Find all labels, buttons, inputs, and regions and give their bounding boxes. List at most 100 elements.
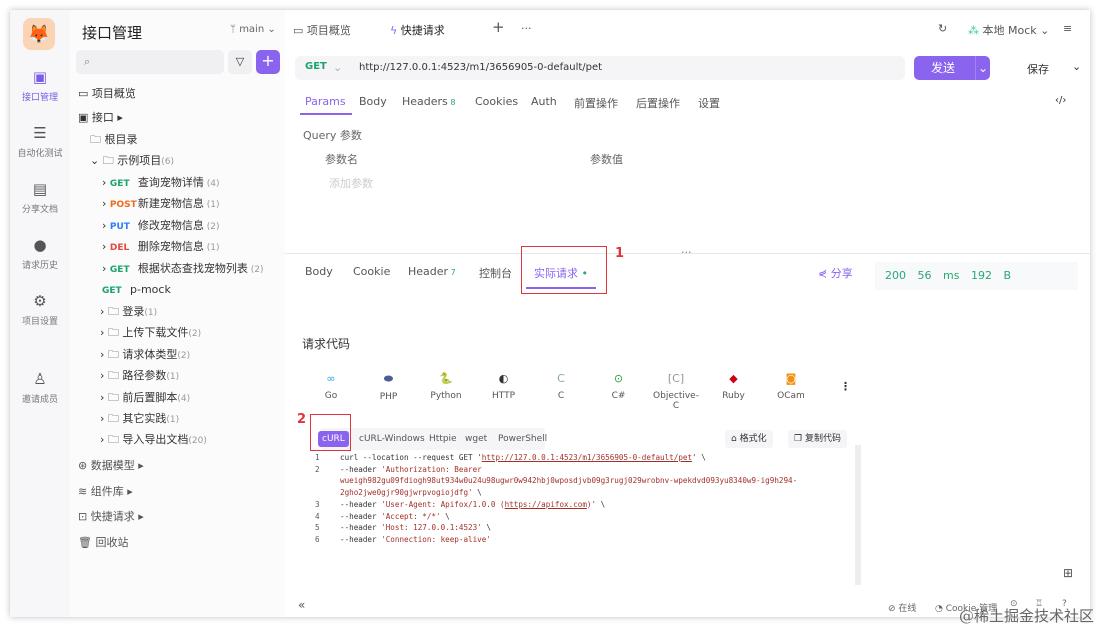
tree-folder[interactable]: › 🗀 导入导出文档(20) [100, 430, 207, 450]
language-option[interactable]: ∞ Go [306, 372, 356, 401]
url-input[interactable]: http://127.0.0.1:4523/m1/3656905-0-defau… [359, 62, 602, 73]
copy-code-button[interactable]: ❐ 复制代码 [788, 430, 847, 448]
code-scrollbar[interactable] [855, 445, 861, 585]
tree-folder[interactable]: › 🗀 前后置脚本(4) [100, 388, 190, 408]
rail-item-doc[interactable]: ▤ 分享文档 [10, 180, 70, 215]
code-line: 1 curl --location --request GET 'http://1… [315, 452, 855, 464]
request-tab[interactable]: 前置操作 [574, 95, 618, 111]
response-tab[interactable]: Header 7 [408, 265, 456, 278]
folder-count: (2) [177, 350, 191, 361]
tree-folder[interactable]: › 🗀 登录(1) [100, 302, 157, 322]
filter-button[interactable]: ▽ [228, 50, 252, 74]
code-link[interactable]: http://127.0.0.1:4523/m1/3656905-0-defau… [482, 453, 692, 462]
online-status[interactable]: ⊘ 在线 [888, 601, 916, 614]
request-tab[interactable]: 设置 [698, 95, 720, 111]
rail-item-test[interactable]: ☰ 自动化测试 [10, 124, 70, 159]
resize-handle[interactable]: ··· [681, 246, 692, 259]
more-languages-icon[interactable]: ⋮ [840, 380, 851, 393]
filter-icon: ▽ [235, 55, 245, 68]
endpoint-count: (1) [203, 200, 220, 211]
rail-item-history[interactable]: ● 请求历史 [10, 236, 70, 271]
language-option[interactable]: ⊙ C# [594, 372, 644, 401]
rail-item-invite[interactable]: ♙ 邀请成员 [10, 370, 70, 405]
save-button[interactable]: 保存 [1027, 61, 1049, 77]
sidebar-item-lightning[interactable]: ⊡ 快捷请求 ▸ [78, 507, 144, 527]
folder-name: 请求体类型 [122, 347, 178, 361]
endpoint-item[interactable]: › DEL 删除宠物信息 (1) [102, 237, 220, 257]
sidebar-item-trash[interactable]: 🗑 回收站 [78, 533, 128, 553]
sidebar-item-api[interactable]: ▣ 接口 ▸ [78, 108, 123, 128]
rail-item-settings[interactable]: ⚙ 项目设置 [10, 292, 70, 327]
response-tab[interactable]: Body [305, 265, 333, 278]
method-select[interactable]: GET [305, 61, 327, 72]
sidebar-item-layers[interactable]: ≋ 组件库 ▸ [78, 482, 133, 502]
language-option[interactable]: ⬬ PHP [364, 372, 414, 402]
request-tab[interactable]: 后置操作 [636, 95, 680, 111]
collapse-sidebar-icon[interactable]: « [298, 598, 305, 612]
tree-folder-project[interactable]: ⌄ 🗀 示例项目(6) [90, 151, 174, 171]
variant-tab[interactable]: wget [461, 430, 491, 448]
variant-tab[interactable]: PowerShell [494, 430, 551, 448]
folder-icon: 🗀 [102, 154, 118, 167]
code-icon[interactable]: ‹/› [1055, 95, 1066, 106]
share-button[interactable]: ⋞ 分享 [818, 265, 853, 281]
request-tab[interactable]: Auth [531, 95, 557, 108]
query-label: Query 参数 [303, 129, 362, 142]
folder-icon: 🗀 [90, 133, 105, 146]
endpoint-item[interactable]: › GET 查询宠物详情 (4) [102, 173, 220, 193]
language-option[interactable]: ◙ OCam [766, 372, 816, 401]
request-tab[interactable]: Params [300, 95, 352, 115]
chevron-right-icon: › [102, 176, 110, 189]
tree-folder[interactable]: › 🗀 其它实践(1) [100, 409, 179, 429]
more-tabs-button[interactable]: ··· [521, 22, 532, 35]
save-dropdown[interactable]: ⌄ [1072, 60, 1081, 73]
tab-overview[interactable]: ▭ 项目概览 [293, 22, 351, 38]
new-tab-button[interactable]: + [492, 18, 505, 36]
sidebar-item-cube[interactable]: ⊛ 数据模型 ▸ [78, 456, 144, 476]
menu-icon[interactable]: ≡ [1063, 22, 1072, 35]
language-option[interactable]: CC [536, 372, 586, 401]
language-option[interactable]: ◐ HTTP [479, 372, 529, 401]
chevron-right-icon: › [102, 240, 110, 254]
send-dropdown[interactable]: ⌄ [975, 56, 990, 80]
request-tab[interactable]: Cookies [475, 95, 518, 108]
refresh-icon[interactable]: ↻ [938, 22, 947, 35]
item-label: 根目录 [104, 133, 138, 146]
endpoint-item[interactable]: GET p-mock [102, 280, 171, 300]
language-option[interactable]: 🐍 Python [421, 372, 471, 401]
code-text: --header [340, 511, 382, 521]
code-block[interactable]: 1 curl --location --request GET 'http://1… [315, 452, 855, 546]
tree-folder[interactable]: › 🗀 上传下载文件(2) [100, 323, 201, 343]
env-selector[interactable]: ⁂ 本地 Mock ⌄ [968, 22, 1049, 38]
request-tab[interactable]: Headers 8 [402, 95, 455, 108]
tree-folder[interactable]: › 🗀 路径参数(1) [100, 366, 179, 386]
folder-icon: 🗀 [107, 326, 123, 340]
add-param-input[interactable]: 添加参数 [329, 175, 373, 191]
tab-quick-request[interactable]: ϟ 快捷请求 [390, 22, 445, 38]
code-link[interactable]: https://apifox.com [505, 500, 587, 509]
rail-item-api[interactable]: ▣ 接口管理 [10, 68, 70, 103]
variant-tab[interactable]: Httpie [425, 430, 461, 448]
send-button[interactable]: 发送 ⌄ [914, 56, 990, 80]
tree-folder[interactable]: › 🗀 请求体类型(2) [100, 345, 190, 365]
endpoint-item[interactable]: › POST新建宠物信息 (1) [102, 194, 220, 214]
response-tab[interactable]: Cookie [353, 265, 390, 278]
caret-icon: ▸ [113, 111, 123, 124]
variant-tab[interactable]: cURL-Windows [355, 430, 429, 448]
endpoint-item[interactable]: › GET 根据状态查找宠物列表 (2) [102, 259, 264, 279]
language-option[interactable]: ◆ Ruby [709, 372, 759, 401]
format-button[interactable]: ⌂ 格式化 [725, 430, 773, 448]
layers-icon: ≋ [78, 484, 91, 498]
response-tab[interactable]: 控制台 [479, 265, 512, 281]
request-tab[interactable]: Body [359, 95, 387, 108]
format-icon: ⌂ [731, 434, 740, 444]
language-option[interactable]: [C] Objective-C [651, 372, 701, 411]
tree-root[interactable]: 🗀 根目录 [90, 130, 138, 150]
url-bar[interactable]: GET ⌄ http://127.0.0.1:4523/m1/3656905-0… [295, 56, 905, 80]
branch-selector[interactable]: ᛘ main ⌄ [230, 24, 276, 35]
sidebar-item-overview[interactable]: ▭ 项目概览 [78, 84, 136, 104]
add-button[interactable]: + [256, 50, 280, 74]
search-input[interactable]: ⌕ [76, 50, 224, 74]
endpoint-item[interactable]: › PUT 修改宠物信息 (2) [102, 216, 220, 236]
layout-icon[interactable]: ⊞ [1063, 566, 1073, 580]
